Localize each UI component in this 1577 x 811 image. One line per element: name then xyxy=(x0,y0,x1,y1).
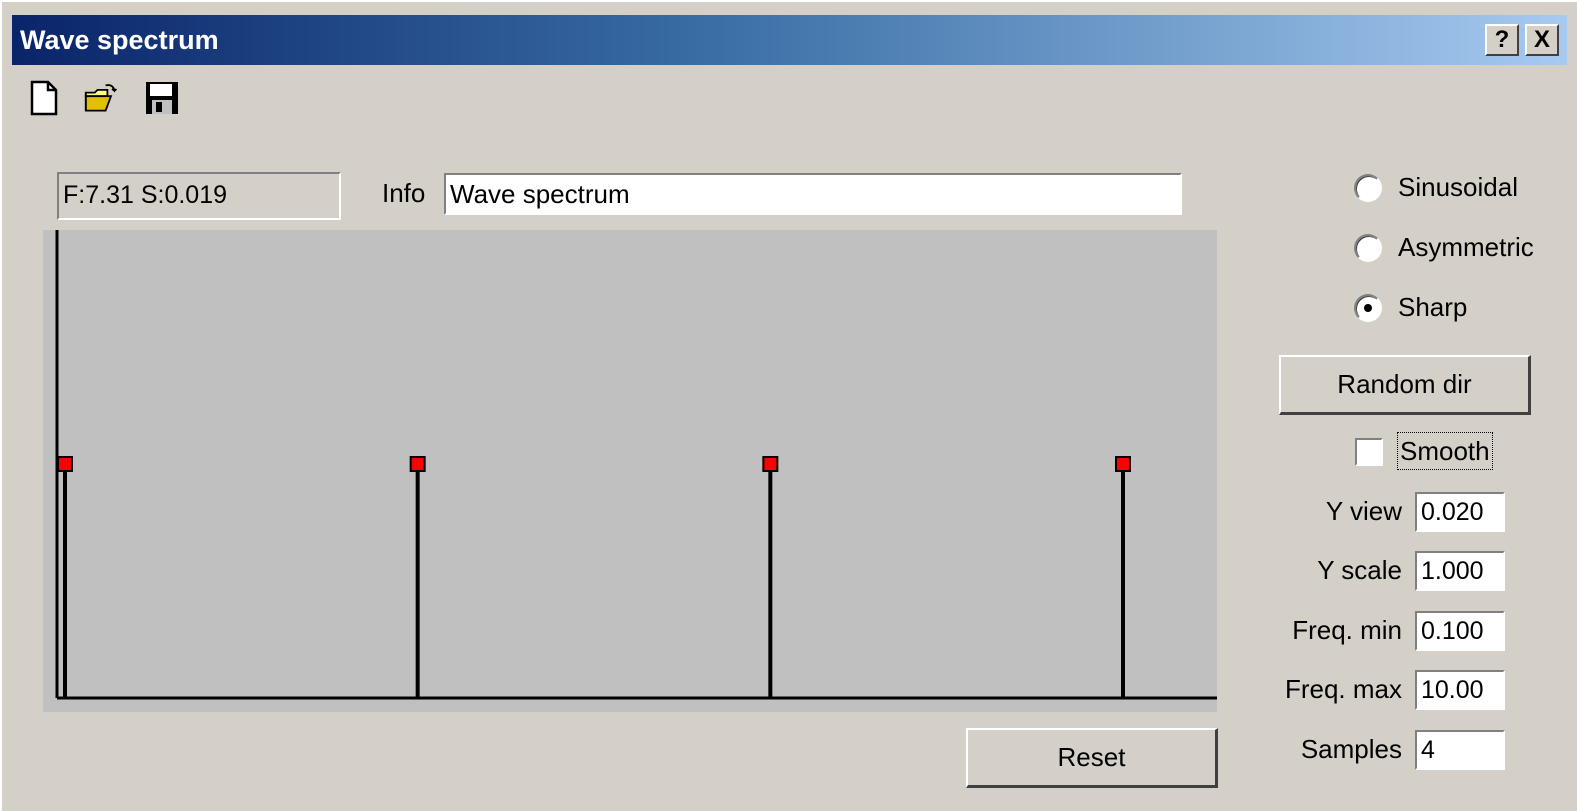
info-label: Info xyxy=(382,178,426,208)
new-file-icon[interactable] xyxy=(26,80,62,116)
spectrum-point-handle[interactable] xyxy=(1115,456,1131,472)
title-bar[interactable]: Wave spectrum ? X xyxy=(12,15,1567,65)
param-input-0[interactable]: 0.020 xyxy=(1415,492,1505,532)
wave-spectrum-dialog: Wave spectrum ? X F:7.31 S:0.019 Info Wa… xyxy=(0,0,1577,811)
radio-label-sharp[interactable]: Sharp xyxy=(1398,292,1467,323)
spectrum-chart xyxy=(55,230,1217,700)
param-label-3: Freq. max xyxy=(1284,674,1402,704)
radio-sinusoidal[interactable] xyxy=(1354,174,1382,202)
spectrum-plot[interactable] xyxy=(43,230,1217,712)
param-input-4[interactable]: 4 xyxy=(1415,730,1505,770)
close-button[interactable]: X xyxy=(1525,24,1559,56)
random-dir-button[interactable]: Random dir xyxy=(1279,355,1531,415)
smooth-label[interactable]: Smooth xyxy=(1397,432,1493,470)
param-label-0: Y view xyxy=(1325,496,1402,526)
spectrum-point-handle[interactable] xyxy=(409,456,426,472)
save-disk-icon[interactable] xyxy=(144,80,180,116)
reset-button[interactable]: Reset xyxy=(966,728,1218,788)
param-input-3[interactable]: 10.00 xyxy=(1415,670,1505,710)
radio-label-asymmetric[interactable]: Asymmetric xyxy=(1398,232,1534,263)
param-input-2[interactable]: 0.100 xyxy=(1415,611,1505,651)
param-input-1[interactable]: 1.000 xyxy=(1415,551,1505,591)
info-input[interactable]: Wave spectrum xyxy=(444,173,1182,215)
param-label-2: Freq. min xyxy=(1292,615,1402,645)
help-button[interactable]: ? xyxy=(1485,24,1519,56)
open-folder-icon[interactable] xyxy=(84,80,120,116)
spectrum-point-handle[interactable] xyxy=(762,456,779,472)
radio-asymmetric[interactable] xyxy=(1354,234,1382,262)
status-readout: F:7.31 S:0.019 xyxy=(57,172,341,220)
radio-label-sinusoidal[interactable]: Sinusoidal xyxy=(1398,172,1518,203)
param-label-1: Y scale xyxy=(1317,555,1402,585)
spectrum-point-handle[interactable] xyxy=(57,456,73,472)
param-label-4: Samples xyxy=(1300,734,1402,764)
window-title: Wave spectrum xyxy=(20,25,219,55)
radio-sharp[interactable] xyxy=(1354,294,1382,322)
smooth-checkbox[interactable] xyxy=(1355,438,1383,466)
radio-selected-dot xyxy=(1364,304,1372,312)
